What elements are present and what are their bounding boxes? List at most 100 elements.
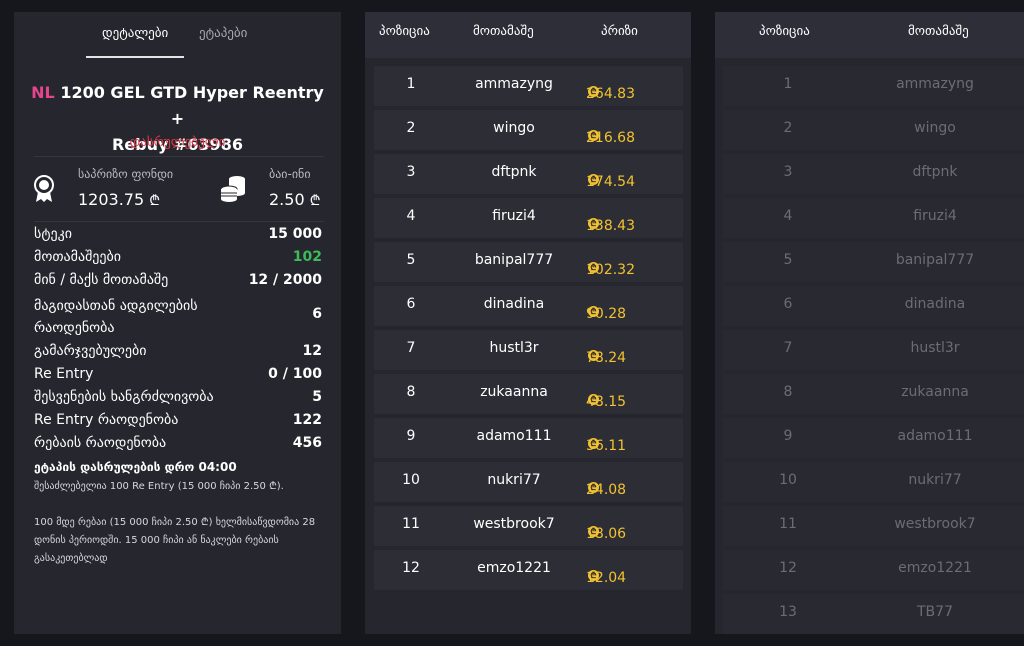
row-position: 4	[783, 208, 793, 224]
lari-coin-icon: ₾	[588, 570, 599, 581]
table-row[interactable]: 5 banipal777 102.32 ₾	[374, 242, 683, 282]
prizes-panel: პოზიცია მოთამაშე პრიზი 1 ammazyng 264.83 ₾ 2…	[365, 12, 691, 634]
row-position: 5	[406, 252, 416, 268]
row-player: westbrook7	[473, 516, 555, 532]
table-row[interactable]: 3 dftpnk 174.54 ₾	[374, 154, 683, 194]
table-row[interactable]: 2 wingo 216.68 ₾	[374, 110, 683, 150]
row-position: 1	[406, 76, 416, 92]
row-player: westbrook7	[894, 516, 976, 532]
row-player: emzo1221	[898, 560, 972, 576]
row-player: hustl3r	[910, 340, 960, 356]
coins-icon	[220, 176, 245, 202]
row-position: 7	[783, 340, 793, 356]
row-position: 12	[779, 560, 797, 576]
details-tabs: დეტალები ეტაპები	[14, 12, 341, 58]
info-row-players: მოთამაშეები 102	[34, 249, 322, 265]
table-row[interactable]: 12 emzo1221	[723, 550, 1024, 590]
table-row[interactable]: 8 zukaanna	[723, 374, 1024, 414]
row-position: 6	[783, 296, 793, 312]
info-row-reentry: Re Entry 0 / 100	[34, 366, 322, 382]
lari-coin-icon: ₾	[588, 350, 599, 361]
rebuy-note: 100 მდე რებაი (15 000 ჩიპი 2.50 ₾) ხელმი…	[34, 517, 316, 564]
lari-coin-icon: ₾	[588, 130, 599, 141]
table-row[interactable]: 7 hustl3r	[723, 330, 1024, 370]
prize-pool-value: 1203.75 ₾	[78, 190, 161, 209]
col-player: მოთამაშე	[473, 24, 534, 39]
title-prefix: NL	[31, 83, 55, 102]
row-position: 9	[783, 428, 793, 444]
prizes-table-header: პოზიცია მოთამაშე პრიზი	[365, 12, 691, 58]
table-row[interactable]: 6 dinadina 90.28 ₾	[374, 286, 683, 326]
table-row[interactable]: 4 firuzi4	[723, 198, 1024, 238]
info-row-break: შესვენების ხანგრძლივობა 5	[34, 389, 322, 405]
lari-coin-icon: ₾	[588, 438, 599, 449]
table-row[interactable]: 1 ammazyng	[723, 66, 1024, 106]
table-row[interactable]: 11 westbrook7	[723, 506, 1024, 546]
row-player: adamo111	[476, 428, 552, 444]
buyin-value: 2.50 ₾	[269, 190, 321, 209]
reentry-note: შესაძლებელია 100 Re Entry (15 000 ჩიპი 2…	[34, 481, 284, 492]
row-position: 2	[783, 120, 793, 136]
row-player: nukri77	[487, 472, 541, 488]
info-row-winners: გამარჯვებულები 12	[34, 343, 322, 359]
col-player: მოთამაშე	[908, 24, 969, 39]
table-row[interactable]: 5 banipal777	[723, 242, 1024, 282]
row-player: dinadina	[483, 296, 545, 312]
table-row[interactable]: 9 adamo111	[723, 418, 1024, 458]
row-position: 11	[402, 516, 420, 532]
table-row[interactable]: 2 wingo	[723, 110, 1024, 150]
row-player: wingo	[914, 120, 956, 136]
tournament-details-panel: დეტალები ეტაპები NL 1200 GEL GTD Hyper R…	[14, 12, 341, 634]
table-row[interactable]: 1 ammazyng 264.83 ₾	[374, 66, 683, 106]
row-player: ammazyng	[896, 76, 974, 92]
row-player: TB77	[917, 604, 953, 620]
table-row[interactable]: 6 dinadina	[723, 286, 1024, 326]
lari-coin-icon: ₾	[588, 262, 599, 273]
row-player: banipal777	[895, 252, 975, 268]
row-player: zukaanna	[901, 384, 969, 400]
divider	[34, 221, 324, 222]
row-player: wingo	[493, 120, 535, 136]
lari-coin-icon: ₾	[588, 526, 599, 537]
table-row[interactable]: 7 hustl3r 78.24 ₾	[374, 330, 683, 370]
medal-icon	[34, 175, 54, 202]
row-player: adamo111	[897, 428, 973, 444]
status-badge: დასრულებული	[129, 135, 226, 150]
info-row-min-max: მინ / მაქს მოთამაშე 12 / 2000	[34, 272, 322, 288]
tab-stages[interactable]: ეტაპები	[199, 26, 247, 41]
row-position: 3	[406, 164, 416, 180]
tab-details[interactable]: დეტალები	[102, 26, 168, 41]
row-position: 8	[783, 384, 793, 400]
col-position: პოზიცია	[759, 24, 810, 39]
row-position: 12	[402, 560, 420, 576]
lari-coin-icon: ₾	[588, 218, 599, 229]
table-row[interactable]: 11 westbrook7 18.06 ₾	[374, 506, 683, 546]
row-player: zukaanna	[480, 384, 548, 400]
table-row[interactable]: 10 nukri77 24.08 ₾	[374, 462, 683, 502]
players-table-header: პოზიცია მოთამაშე	[715, 12, 1024, 58]
info-row-stack: სტეკი 15 000	[34, 226, 322, 242]
info-row-rebuy-count: რებაის რაოდენობა 456	[34, 435, 322, 451]
table-row[interactable]: 3 dftpnk	[723, 154, 1024, 194]
row-player: firuzi4	[492, 208, 536, 224]
row-position: 10	[779, 472, 797, 488]
info-row-seats: მაგიდასთან ადგილების რაოდენობა 6	[34, 298, 322, 336]
col-position: პოზიცია	[379, 24, 430, 39]
table-row[interactable]: 13 TB77	[723, 594, 1024, 634]
table-row[interactable]: 10 nukri77	[723, 462, 1024, 502]
row-position: 5	[783, 252, 793, 268]
table-row[interactable]: 8 zukaanna 48.15 ₾	[374, 374, 683, 414]
row-position: 1	[783, 76, 793, 92]
table-row[interactable]: 12 emzo1221 12.04 ₾	[374, 550, 683, 590]
row-position: 8	[406, 384, 416, 400]
row-player: dinadina	[904, 296, 966, 312]
row-position: 11	[779, 516, 797, 532]
table-row[interactable]: 4 firuzi4 138.43 ₾	[374, 198, 683, 238]
row-position: 6	[406, 296, 416, 312]
row-position: 2	[406, 120, 416, 136]
lari-coin-icon: ₾	[588, 174, 599, 185]
info-row-reentry-count: Re Entry რაოდენობა 122	[34, 412, 322, 428]
table-row[interactable]: 9 adamo111 36.11 ₾	[374, 418, 683, 458]
buyin-label: ბაი-ინი	[269, 167, 311, 181]
title-line1: 1200 GEL GTD Hyper Reentry +	[60, 83, 324, 128]
